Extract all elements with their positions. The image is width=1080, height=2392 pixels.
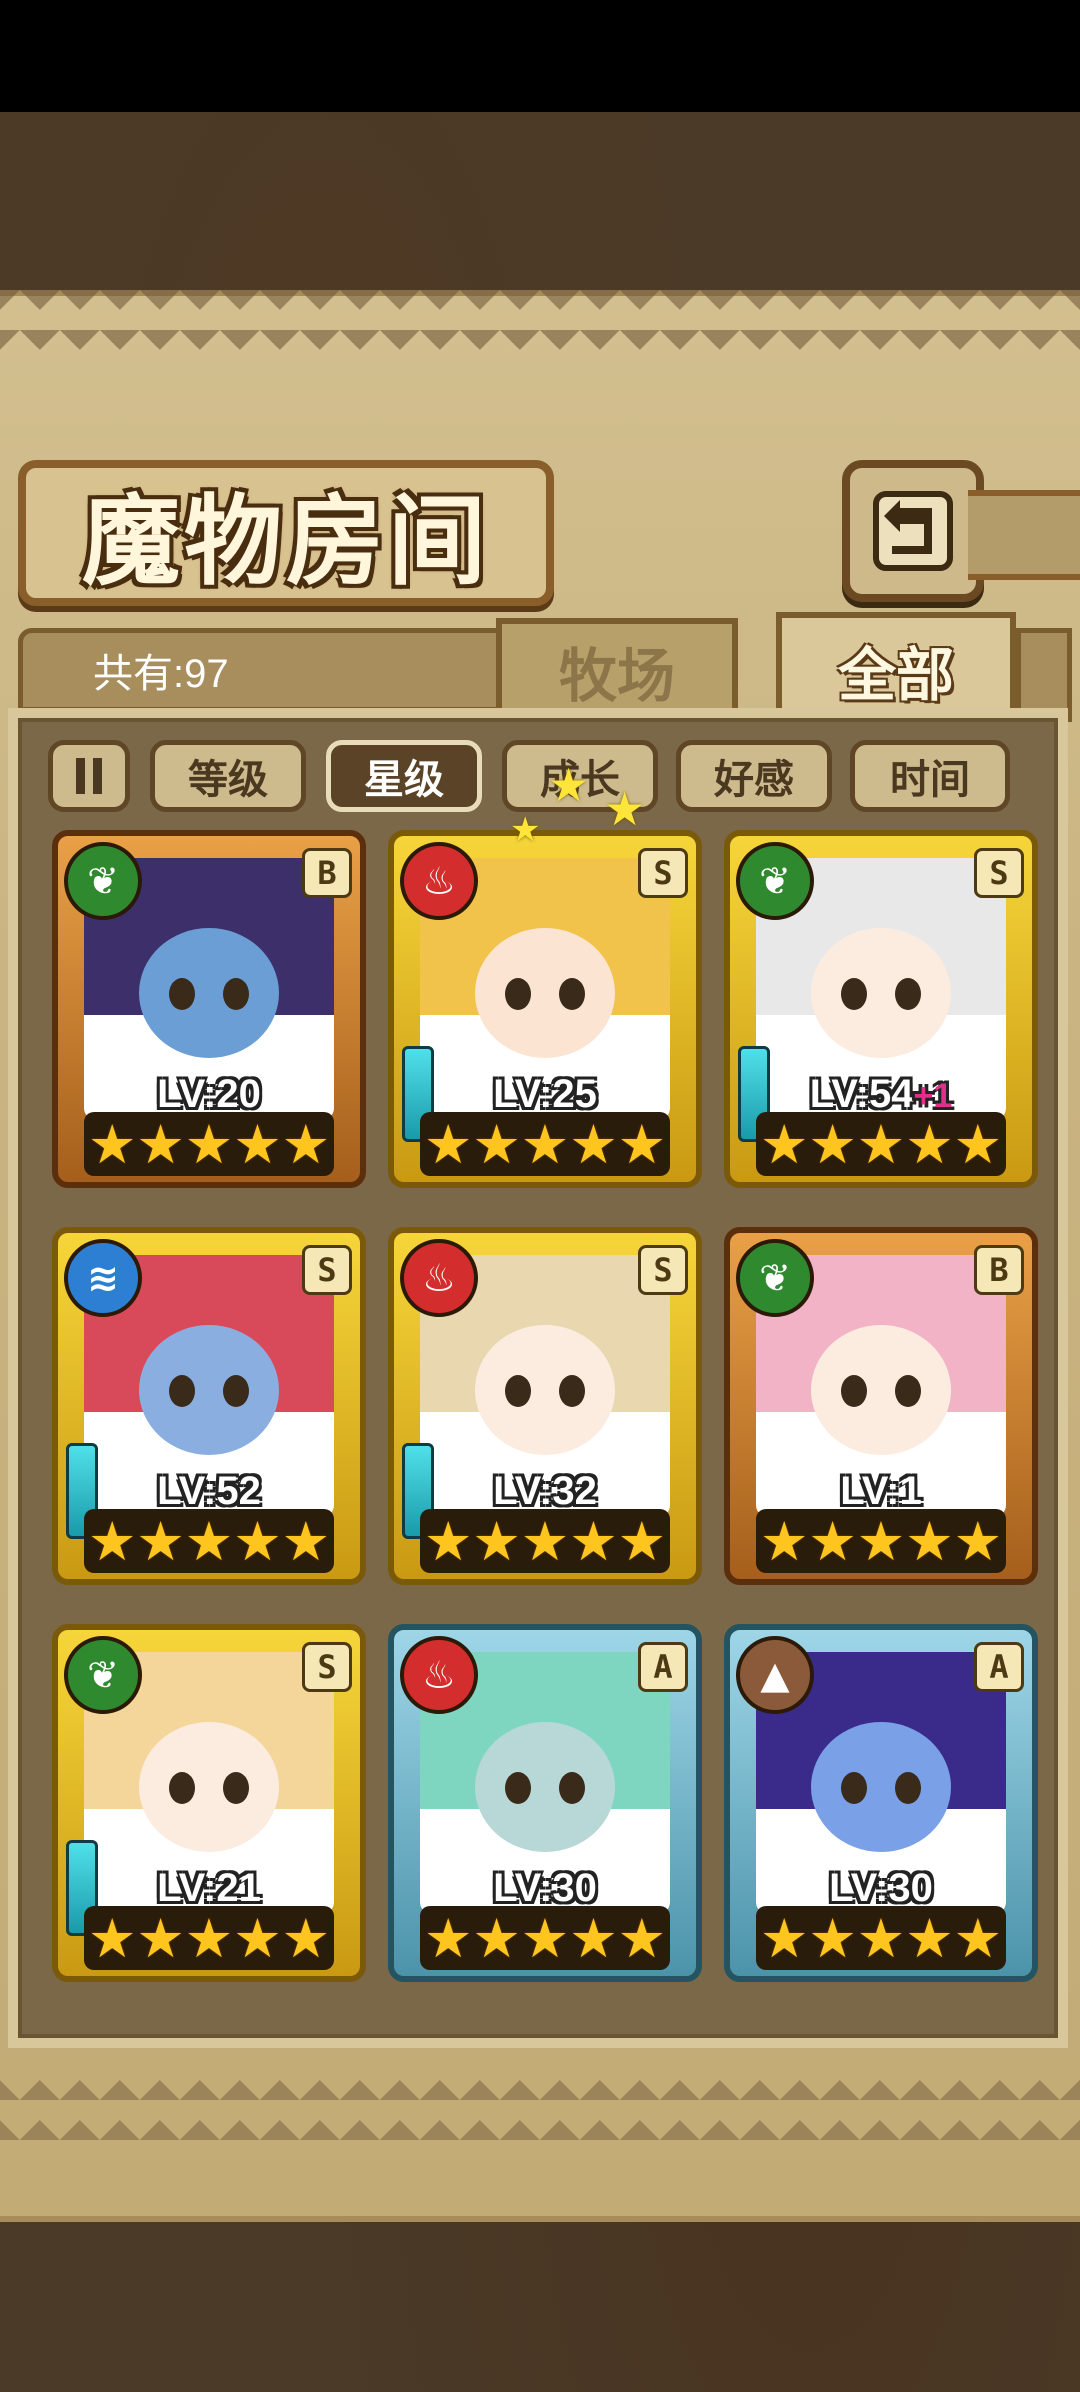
monster-level: LV:52 [157, 1469, 261, 1513]
rank-badge: A [638, 1642, 688, 1692]
star-rating: ★★★★★ [756, 1906, 1006, 1970]
portrait-face [139, 1325, 279, 1455]
portrait-eye [505, 1375, 531, 1407]
page-title: 魔物房间 [81, 484, 490, 599]
portrait-face [811, 1325, 951, 1455]
portrait-face [475, 928, 615, 1058]
portrait-eye [895, 978, 921, 1010]
monster-count-bar: 共有:97 [18, 628, 510, 712]
monster-card[interactable]: ❦ S LV:21 ★★★★★ [52, 1624, 366, 1982]
star-rating: ★★★★★ [420, 1509, 670, 1573]
back-button-rail [968, 490, 1080, 580]
monster-card[interactable]: ♨ S LV:32 ★★★★★ [388, 1227, 702, 1585]
fire-icon: ♨ [400, 842, 478, 920]
portrait-eye [841, 1375, 867, 1407]
star-rating: ★★★★★ [756, 1112, 1006, 1176]
star-rating: ★★★★★ [420, 1112, 670, 1176]
portrait-eye [841, 1772, 867, 1804]
earth-icon: ▲ [736, 1636, 814, 1714]
portrait-eye [505, 1772, 531, 1804]
portrait-face [139, 1722, 279, 1852]
sparkle-icon: ★ [510, 810, 541, 850]
sort-star-button[interactable]: 星级 [326, 740, 482, 812]
monster-level: LV:20 [157, 1072, 261, 1116]
rank-badge: S [974, 848, 1024, 898]
monster-card[interactable]: ❦ S LV:54+1 ★★★★★ [724, 830, 1038, 1188]
portrait-face [139, 928, 279, 1058]
monster-level: LV:30 [829, 1866, 933, 1910]
tab-farm[interactable]: 牧场 [496, 618, 738, 718]
portrait-face [811, 928, 951, 1058]
portrait-eye [559, 1772, 585, 1804]
monster-level: LV:21 [157, 1866, 261, 1910]
monster-level: LV:32 [493, 1469, 597, 1513]
fire-icon: ♨ [400, 1239, 478, 1317]
order-icon-bar [76, 758, 85, 794]
panel-border-bottom [0, 2080, 1080, 2140]
rank-badge: S [302, 1245, 352, 1295]
star-rating: ★★★★★ [756, 1509, 1006, 1573]
rank-badge: B [974, 1245, 1024, 1295]
portrait-eye [841, 978, 867, 1010]
leaf-icon: ❦ [736, 842, 814, 920]
leaf-icon: ❦ [64, 1636, 142, 1714]
water-icon: ≋ [64, 1239, 142, 1317]
title-plate: 魔物房间 [18, 460, 554, 606]
monster-card[interactable]: ≋ S LV:52 ★★★★★ [52, 1227, 366, 1585]
order-icon-bar [93, 758, 102, 794]
monster-level: LV:54+1 [809, 1072, 953, 1116]
portrait-eye [559, 978, 585, 1010]
portrait-eye [223, 978, 249, 1010]
portrait-eye [505, 978, 531, 1010]
rank-badge: S [302, 1642, 352, 1692]
sort-time-button[interactable]: 时间 [850, 740, 1010, 812]
portrait-eye [169, 978, 195, 1010]
portrait-eye [895, 1375, 921, 1407]
sort-affection-button[interactable]: 好感 [676, 740, 832, 812]
star-rating: ★★★★★ [420, 1906, 670, 1970]
star-rating: ★★★★★ [84, 1112, 334, 1176]
portrait-eye [169, 1772, 195, 1804]
level-bonus: +1 [913, 1077, 953, 1115]
star-rating: ★★★★★ [84, 1509, 334, 1573]
portrait-eye [223, 1772, 249, 1804]
fire-icon: ♨ [400, 1636, 478, 1714]
rank-badge: B [302, 848, 352, 898]
sort-level-button[interactable]: 等级 [150, 740, 306, 812]
monster-card[interactable]: ▲ A LV:30 ★★★★★ [724, 1624, 1038, 1982]
leaf-icon: ❦ [736, 1239, 814, 1317]
tab-all[interactable]: 全部 [776, 612, 1016, 722]
portrait-face [475, 1722, 615, 1852]
portrait-eye [559, 1375, 585, 1407]
monster-count: 共有:97 [93, 652, 229, 696]
portrait-face [811, 1722, 951, 1852]
rank-badge: S [638, 1245, 688, 1295]
portrait-face [475, 1325, 615, 1455]
status-bar [0, 0, 1080, 112]
monster-card[interactable]: ❦ B LV:1 ★★★★★ [724, 1227, 1038, 1585]
monster-level: LV:25 [493, 1072, 597, 1116]
portrait-eye [895, 1772, 921, 1804]
panel-border-top [0, 290, 1080, 350]
monster-card[interactable]: ❦ B LV:20 ★★★★★ [52, 830, 366, 1188]
monster-card[interactable]: ♨ A LV:30 ★★★★★ [388, 1624, 702, 1982]
back-button[interactable] [842, 460, 984, 602]
monster-level: LV:1 [840, 1469, 922, 1513]
back-arrow-icon [873, 491, 953, 571]
portrait-eye [223, 1375, 249, 1407]
toggle-order-button[interactable] [48, 740, 130, 812]
monster-card[interactable]: ♨ S LV:25 ★★★★★ [388, 830, 702, 1188]
leaf-icon: ❦ [64, 842, 142, 920]
star-rating: ★★★★★ [84, 1906, 334, 1970]
sparkle-icon: ★ [548, 758, 590, 812]
rank-badge: S [638, 848, 688, 898]
portrait-eye [169, 1375, 195, 1407]
sparkle-icon: ★ [604, 782, 646, 836]
rank-badge: A [974, 1642, 1024, 1692]
monster-level: LV:30 [493, 1866, 597, 1910]
